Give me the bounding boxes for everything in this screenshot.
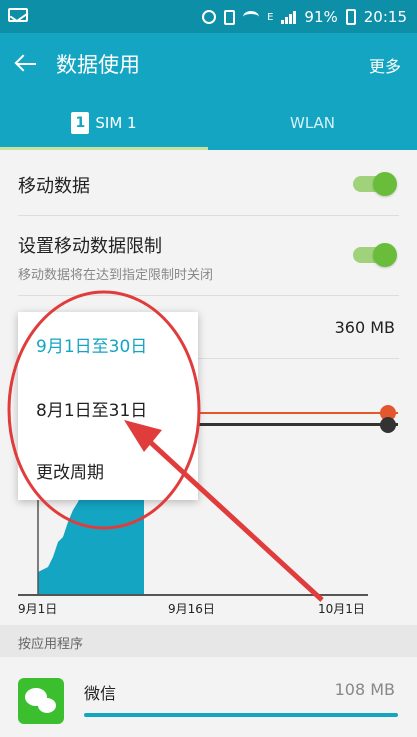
divider xyxy=(18,295,399,296)
data-limit-sub: 移动数据将在达到指定限制时关闭 xyxy=(18,268,214,283)
wechat-icon xyxy=(18,678,64,724)
limit-line-handle[interactable] xyxy=(380,417,396,433)
signal-icon xyxy=(281,10,297,24)
cycle-option-aug[interactable]: 8月1日至31日 xyxy=(36,396,147,421)
app-bar: 数据使用 更多 xyxy=(0,33,417,95)
divider xyxy=(18,215,399,216)
tab-sim1[interactable]: 1 SIM 1 xyxy=(0,95,208,150)
app-data-size: 108 MB xyxy=(334,680,395,699)
page-title: 数据使用 xyxy=(56,53,140,77)
tab-wlan[interactable]: WLAN xyxy=(208,95,417,150)
toggle-knob xyxy=(373,172,397,196)
alarm-icon xyxy=(202,10,217,24)
app-usage-row[interactable]: 微信 108 MB xyxy=(0,658,417,737)
cycle-dropdown: 9月1日至30日 8月1日至31日 更改周期 xyxy=(18,312,198,500)
sim1-badge-icon: 1 xyxy=(71,111,90,134)
data-limit-label: 设置移动数据限制 xyxy=(18,236,162,257)
status-icons: E 91% 20:15 xyxy=(202,6,407,28)
battery-level: 91% xyxy=(304,8,338,26)
more-button[interactable]: 更多 xyxy=(369,53,401,77)
content: 移动数据 设置移动数据限制 移动数据将在达到指定限制时关闭 360 MB 9月1… xyxy=(0,150,417,737)
sim-card-icon xyxy=(224,9,236,25)
mobile-data-toggle[interactable] xyxy=(353,172,397,196)
tab-sim1-label: SIM 1 xyxy=(95,113,137,132)
x-label-start: 9月1日 xyxy=(18,602,58,616)
mobile-data-row[interactable]: 移动数据 xyxy=(18,172,399,198)
mobile-data-label: 移动数据 xyxy=(18,176,90,197)
limit-line xyxy=(198,423,398,426)
email-notification-icon xyxy=(8,8,28,22)
data-limit-row[interactable]: 设置移动数据限制 移动数据将在达到指定限制时关闭 xyxy=(18,232,399,283)
battery-charging-icon xyxy=(345,9,356,25)
sim-tabs: 1 SIM 1 WLAN xyxy=(0,95,417,150)
warning-line xyxy=(198,412,398,414)
change-cycle-option[interactable]: 更改周期 xyxy=(36,458,104,483)
app-name: 微信 xyxy=(84,684,117,703)
status-bar: E 91% 20:15 xyxy=(0,0,417,33)
x-label-mid: 9月16日 xyxy=(168,602,215,616)
x-axis-labels: 9月1日 9月16日 10月1日 xyxy=(18,600,398,618)
wifi-icon xyxy=(243,11,260,23)
section-header: 按应用程序 xyxy=(0,625,417,657)
tab-wlan-label: WLAN xyxy=(289,113,335,132)
back-arrow-icon[interactable] xyxy=(14,51,40,77)
data-limit-toggle[interactable] xyxy=(353,243,397,267)
clock: 20:15 xyxy=(363,8,407,26)
network-type: E xyxy=(267,11,274,23)
cycle-option-sep[interactable]: 9月1日至30日 xyxy=(36,332,147,357)
app-usage-bar xyxy=(84,713,398,717)
x-label-end: 10月1日 xyxy=(318,602,365,616)
data-limit-value: 360 MB xyxy=(334,318,395,337)
toggle-knob xyxy=(373,243,397,267)
section-header-label: 按应用程序 xyxy=(18,637,84,652)
x-axis xyxy=(18,594,368,596)
